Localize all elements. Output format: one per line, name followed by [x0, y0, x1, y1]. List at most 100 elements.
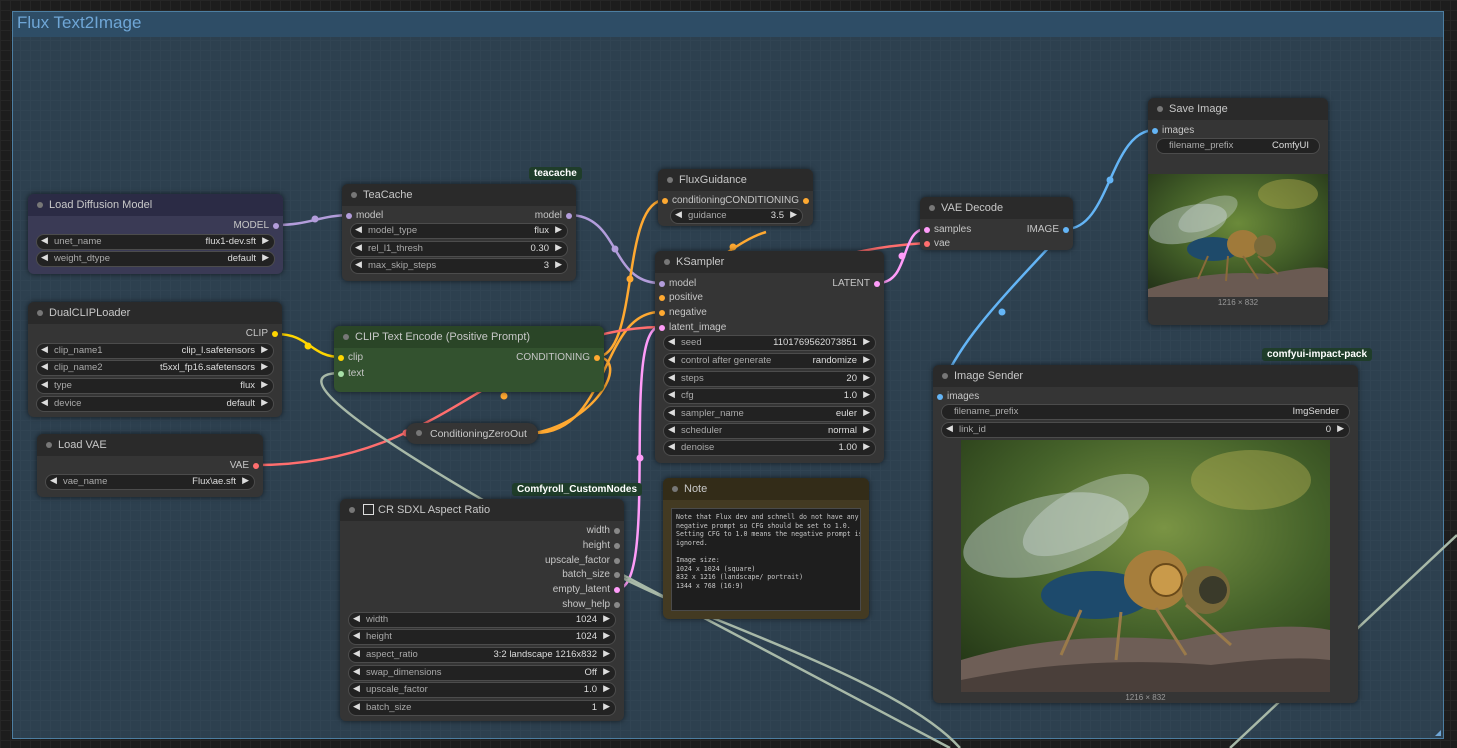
arrow-right-icon[interactable]: ▶ [242, 475, 249, 486]
output-conditioning[interactable]: CONDITIONING [725, 195, 809, 206]
arrow-left-icon[interactable]: ◀ [353, 613, 360, 624]
node-cr-sdxl-aspect-ratio[interactable]: CR SDXL Aspect Ratio width height upscal… [340, 499, 624, 721]
arrow-right-icon[interactable]: ▶ [261, 379, 268, 390]
widget-width[interactable]: ◀ width 1024 ▶ [348, 612, 616, 628]
arrow-right-icon[interactable]: ▶ [863, 441, 870, 452]
node-flux-guidance[interactable]: FluxGuidance conditioning CONDITIONING ◀… [658, 169, 813, 226]
output-image[interactable]: IMAGE [1027, 224, 1069, 235]
node-clip-text-encode[interactable]: CLIP Text Encode (Positive Prompt) clip … [334, 326, 604, 392]
arrow-right-icon[interactable]: ▶ [603, 683, 610, 694]
arrow-right-icon[interactable]: ▶ [262, 252, 269, 263]
input-images[interactable]: images [937, 391, 979, 402]
arrow-left-icon[interactable]: ◀ [41, 235, 48, 246]
input-negative[interactable]: negative [659, 307, 707, 318]
widget-batch-size[interactable]: ◀ batch_size 1 ▶ [348, 700, 616, 716]
collapse-dot[interactable] [929, 205, 935, 211]
widget-filename-prefix[interactable]: filename_prefix ComfyUI [1156, 138, 1320, 154]
input-clip[interactable]: clip [338, 352, 363, 363]
collapse-dot[interactable] [351, 192, 357, 198]
arrow-right-icon[interactable]: ▶ [863, 407, 870, 418]
arrow-right-icon[interactable]: ▶ [1337, 423, 1344, 434]
arrow-left-icon[interactable]: ◀ [675, 209, 682, 220]
arrow-right-icon[interactable]: ▶ [261, 361, 268, 372]
collapse-dot[interactable] [416, 430, 422, 436]
node-title-bar[interactable]: Load VAE [37, 434, 263, 456]
input-latent-image[interactable]: latent_image [659, 322, 726, 333]
arrow-right-icon[interactable]: ▶ [603, 666, 610, 677]
image-preview[interactable] [1148, 174, 1328, 297]
output-width[interactable]: width [587, 525, 620, 536]
output-empty-latent[interactable]: empty_latent [553, 584, 620, 595]
arrow-right-icon[interactable]: ▶ [863, 389, 870, 400]
arrow-right-icon[interactable]: ▶ [555, 259, 562, 270]
arrow-left-icon[interactable]: ◀ [668, 336, 675, 347]
collapse-dot[interactable] [349, 507, 355, 513]
output-batch-size[interactable]: batch_size [562, 569, 620, 580]
input-text[interactable]: text [338, 368, 364, 379]
arrow-left-icon[interactable]: ◀ [668, 372, 675, 383]
collapse-dot[interactable] [664, 259, 670, 265]
widget-denoise[interactable]: ◀ denoise 1.00 ▶ [663, 440, 876, 456]
collapse-dot[interactable] [343, 334, 349, 340]
checkbox-icon[interactable] [363, 504, 374, 515]
arrow-right-icon[interactable]: ▶ [603, 613, 610, 624]
arrow-right-icon[interactable]: ▶ [262, 235, 269, 246]
node-title-bar[interactable]: VAE Decode [920, 197, 1073, 219]
arrow-left-icon[interactable]: ◀ [355, 242, 362, 253]
widget-clip-name2[interactable]: ◀ clip_name2 t5xxl_fp16.safetensors ▶ [36, 360, 274, 376]
input-samples[interactable]: samples [924, 224, 971, 235]
arrow-left-icon[interactable]: ◀ [355, 259, 362, 270]
node-dualcliploader[interactable]: DualCLIPLoader CLIP ◀ clip_name1 clip_l.… [28, 302, 282, 417]
output-conditioning[interactable]: CONDITIONING [516, 352, 600, 363]
arrow-right-icon[interactable]: ▶ [863, 336, 870, 347]
widget-height[interactable]: ◀ height 1024 ▶ [348, 629, 616, 645]
arrow-left-icon[interactable]: ◀ [668, 389, 675, 400]
input-model[interactable]: model [346, 210, 383, 221]
widget-type[interactable]: ◀ type flux ▶ [36, 378, 274, 394]
arrow-right-icon[interactable]: ▶ [863, 372, 870, 383]
arrow-left-icon[interactable]: ◀ [41, 379, 48, 390]
widget-vae-name[interactable]: ◀ vae_name Flux\ae.sft ▶ [45, 474, 255, 490]
node-title-bar[interactable]: TeaCache [342, 184, 576, 206]
output-vae[interactable]: VAE [230, 460, 259, 471]
arrow-right-icon[interactable]: ▶ [261, 397, 268, 408]
note-textarea[interactable]: Note that Flux dev and schnell do not ha… [671, 508, 861, 611]
node-load-diffusion-model[interactable]: Load Diffusion Model MODEL ◀ unet_name f… [28, 194, 283, 274]
node-vae-decode[interactable]: VAE Decode samples IMAGE vae [920, 197, 1073, 250]
input-vae[interactable]: vae [924, 238, 950, 249]
widget-scheduler[interactable]: ◀ scheduler normal ▶ [663, 423, 876, 439]
arrow-left-icon[interactable]: ◀ [668, 354, 675, 365]
widget-weight-dtype[interactable]: ◀ weight_dtype default ▶ [36, 251, 275, 267]
collapse-dot[interactable] [942, 373, 948, 379]
output-upscale-factor[interactable]: upscale_factor [545, 555, 620, 566]
input-positive[interactable]: positive [659, 292, 703, 303]
node-title-bar[interactable]: KSampler [655, 251, 884, 273]
arrow-left-icon[interactable]: ◀ [353, 630, 360, 641]
arrow-right-icon[interactable]: ▶ [863, 424, 870, 435]
node-load-vae[interactable]: Load VAE VAE ◀ vae_name Flux\ae.sft ▶ [37, 434, 263, 497]
widget-unet-name[interactable]: ◀ unet_name flux1-dev.sft ▶ [36, 234, 275, 250]
arrow-left-icon[interactable]: ◀ [946, 423, 953, 434]
node-conditioning-zero-out[interactable]: ConditioningZeroOut [406, 423, 538, 444]
widget-upscale-factor[interactable]: ◀ upscale_factor 1.0 ▶ [348, 682, 616, 698]
arrow-left-icon[interactable]: ◀ [668, 441, 675, 452]
arrow-right-icon[interactable]: ▶ [603, 701, 610, 712]
arrow-left-icon[interactable]: ◀ [355, 224, 362, 235]
arrow-left-icon[interactable]: ◀ [41, 361, 48, 372]
output-model[interactable]: MODEL [233, 220, 279, 231]
collapse-dot[interactable] [672, 486, 678, 492]
widget-max-skip-steps[interactable]: ◀ max_skip_steps 3 ▶ [350, 258, 568, 274]
node-ksampler[interactable]: KSampler model LATENT positive negative … [655, 251, 884, 463]
arrow-left-icon[interactable]: ◀ [353, 701, 360, 712]
widget-control-after-generate[interactable]: ◀ control after generate randomize ▶ [663, 353, 876, 369]
collapse-dot[interactable] [667, 177, 673, 183]
widget-sampler-name[interactable]: ◀ sampler_name euler ▶ [663, 406, 876, 422]
arrow-left-icon[interactable]: ◀ [41, 397, 48, 408]
arrow-left-icon[interactable]: ◀ [353, 683, 360, 694]
arrow-left-icon[interactable]: ◀ [41, 344, 48, 355]
widget-aspect-ratio[interactable]: ◀ aspect_ratio 3:2 landscape 1216x832 ▶ [348, 647, 616, 663]
group-title-bar[interactable]: Flux Text2Image [13, 12, 1443, 37]
widget-rel-l1-thresh[interactable]: ◀ rel_l1_thresh 0.30 ▶ [350, 241, 568, 257]
output-latent[interactable]: LATENT [832, 278, 880, 289]
arrow-right-icon[interactable]: ▶ [603, 648, 610, 659]
